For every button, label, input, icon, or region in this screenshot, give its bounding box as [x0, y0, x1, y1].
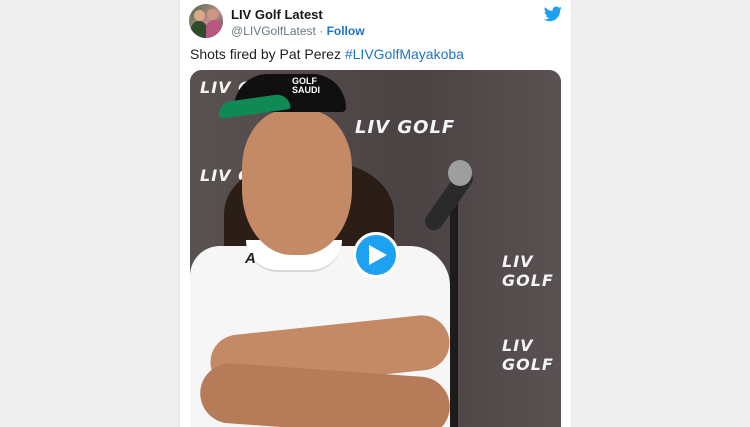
separator: ·: [315, 24, 327, 38]
author-name[interactable]: LIV Golf Latest: [231, 7, 323, 22]
tweet-header: LIV Golf Latest @LIVGolfLatest · Follow: [189, 2, 564, 42]
video-player[interactable]: LIV GOLF LIV GOLF LIV GOLF LIV GOLF LIV …: [190, 70, 561, 427]
cap-text-line2: SAUDI: [292, 85, 321, 95]
microphone-head: [448, 160, 472, 186]
mic-stand: [450, 200, 458, 427]
tweet-body: Shots fired by Pat Perez: [190, 46, 345, 62]
backdrop-logo: LIV GOLF: [355, 117, 456, 138]
backdrop-logo: LIV GOLF: [502, 252, 554, 290]
play-icon: [369, 245, 387, 265]
author-handle[interactable]: @LIVGolfLatest: [231, 24, 316, 38]
person-face: [242, 110, 352, 255]
hashtag-link[interactable]: #LIVGolfMayakoba: [345, 46, 464, 62]
handle-row: @LIVGolfLatest · Follow: [231, 24, 365, 38]
twitter-bird-icon[interactable]: [544, 6, 562, 22]
play-button[interactable]: [353, 232, 399, 278]
follow-button[interactable]: Follow: [327, 24, 365, 38]
avatar[interactable]: [189, 4, 223, 38]
backdrop-logo: LIV GOLF: [502, 336, 554, 374]
tweet-embed-card: LIV Golf Latest @LIVGolfLatest · Follow …: [179, 0, 572, 427]
tweet-text: Shots fired by Pat Perez #LIVGolfMayakob…: [190, 46, 464, 62]
cap-logo: GOLF SAUDI: [292, 77, 320, 95]
shirt-logo: A: [245, 250, 256, 267]
